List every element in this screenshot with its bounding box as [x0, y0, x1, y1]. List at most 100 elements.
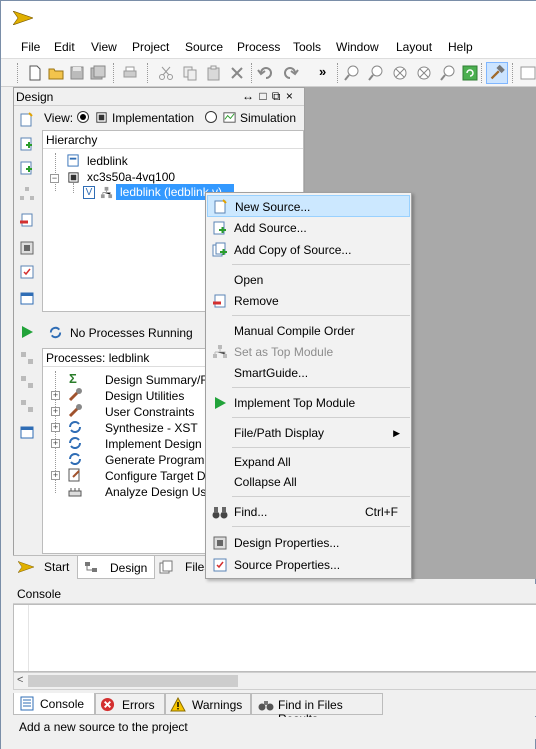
implementation-radio[interactable] — [77, 111, 89, 123]
menu-edit[interactable]: Edit — [54, 40, 75, 54]
hierarchy-icon[interactable] — [19, 186, 35, 202]
menu-project[interactable]: Project — [132, 40, 169, 54]
open-folder-icon[interactable] — [47, 64, 65, 82]
simulation-label[interactable]: Simulation — [240, 111, 296, 125]
tab-design[interactable]: Design — [77, 556, 155, 579]
tab-warnings[interactable]: Warnings — [165, 693, 251, 715]
menu-expand-all[interactable]: Expand All — [207, 451, 410, 473]
undo-icon[interactable] — [257, 64, 275, 82]
zoom-in-icon[interactable] — [343, 64, 361, 82]
menu-help[interactable]: Help — [448, 40, 473, 54]
run-process-icon[interactable] — [19, 324, 35, 340]
process-item[interactable]: Implement Design — [105, 437, 202, 451]
rerun-icon[interactable] — [19, 350, 35, 366]
toolbar: » — [1, 59, 536, 87]
binoculars-icon — [258, 701, 274, 711]
menu-tools[interactable]: Tools — [293, 40, 321, 54]
menu-find[interactable]: Find... Ctrl+F — [207, 501, 410, 523]
refresh-icon[interactable] — [461, 64, 479, 82]
menu-implement-top-module[interactable]: Implement Top Module — [207, 392, 410, 414]
menu-add-copy-of-source[interactable]: Add Copy of Source... — [207, 239, 410, 261]
menu-separator — [232, 264, 410, 265]
stop-icon[interactable] — [19, 398, 35, 414]
save-icon[interactable] — [68, 64, 86, 82]
source-properties-icon[interactable] — [19, 264, 35, 280]
menu-smartguide[interactable]: SmartGuide... — [207, 362, 410, 384]
new-source-icon[interactable] — [19, 112, 35, 128]
tab-warnings-label: Warnings — [192, 698, 243, 712]
menu-add-source[interactable]: Add Source... — [207, 217, 410, 239]
menu-view[interactable]: View — [91, 40, 117, 54]
process-properties-icon[interactable] — [19, 424, 35, 440]
menu-process[interactable]: Process — [237, 40, 280, 54]
toolbar-overflow-icon[interactable]: » — [319, 64, 326, 79]
process-item[interactable]: Configure Target De — [105, 469, 212, 483]
menu-implement-top-module-label: Implement Top Module — [234, 396, 356, 410]
menu-manual-compile-order[interactable]: Manual Compile Order — [207, 320, 410, 342]
tree-expander[interactable]: + — [51, 391, 60, 400]
process-item[interactable]: Design Summary/R — [105, 373, 209, 387]
simulation-radio[interactable] — [205, 111, 217, 123]
zoom-full-icon[interactable] — [391, 64, 409, 82]
tab-errors[interactable]: Errors — [95, 693, 165, 715]
new-file-icon[interactable] — [26, 64, 44, 82]
tree-item-project[interactable]: ledblink — [87, 154, 128, 168]
hammer-icon[interactable] — [486, 62, 508, 84]
design-properties-icon[interactable] — [19, 240, 35, 256]
tree-expander[interactable]: − — [50, 174, 59, 183]
process-item[interactable]: Generate Programm — [105, 453, 214, 467]
panel-window-controls[interactable]: ↔ □ ⧉ × — [242, 89, 294, 104]
delete-icon[interactable] — [228, 64, 246, 82]
menu-new-source[interactable]: New Source... — [207, 195, 410, 217]
menu-remove[interactable]: Remove — [207, 290, 410, 312]
scrollbar-thumb[interactable] — [28, 675, 238, 687]
play-icon — [215, 397, 226, 409]
view-panel-icon[interactable] — [19, 290, 35, 306]
menu-window[interactable]: Window — [336, 40, 379, 54]
tree-expander[interactable]: + — [51, 439, 60, 448]
tree-expander[interactable]: + — [51, 471, 60, 480]
process-item[interactable]: Design Utilities — [105, 389, 184, 403]
menu-source[interactable]: Source — [185, 40, 223, 54]
copy-icon[interactable] — [181, 64, 199, 82]
add-copy-icon[interactable] — [19, 160, 35, 176]
menu-source-properties[interactable]: Source Properties... — [207, 554, 410, 576]
process-item[interactable]: Analyze Design Usin — [105, 485, 216, 499]
scroll-left-icon[interactable]: < — [17, 674, 23, 686]
paste-icon[interactable] — [205, 64, 223, 82]
redo-icon[interactable] — [281, 64, 299, 82]
save-all-icon[interactable] — [89, 64, 107, 82]
zoom-select-icon[interactable] — [439, 64, 457, 82]
menu-open[interactable]: Open — [207, 269, 410, 291]
add-source-icon[interactable] — [19, 136, 35, 152]
implementation-label[interactable]: Implementation — [112, 111, 194, 125]
tree-expander[interactable]: + — [51, 407, 60, 416]
design-left-toolbar — [14, 106, 42, 576]
tab-console[interactable]: Console — [13, 693, 95, 715]
remove-icon[interactable] — [19, 212, 35, 228]
console-horizontal-scrollbar[interactable]: < — [13, 672, 536, 690]
tab-find-in-files[interactable]: Find in Files Results — [251, 693, 383, 726]
tree-item-device[interactable]: xc3s50a-4vq100 — [87, 170, 175, 184]
process-item[interactable]: Synthesize - XST — [105, 421, 198, 435]
tree-expander[interactable]: + — [51, 423, 60, 432]
zoom-out-icon[interactable] — [367, 64, 385, 82]
toolbar-separator — [512, 63, 513, 83]
menu-file-path-display[interactable]: File/Path Display ▶ — [207, 422, 410, 444]
console-output[interactable] — [13, 604, 536, 672]
tab-start[interactable]: Start — [13, 556, 77, 579]
status-bar: Add a new source to the project — [13, 717, 536, 739]
cut-icon[interactable] — [157, 64, 175, 82]
menu-design-properties[interactable]: Design Properties... — [207, 532, 410, 554]
zoom-fit-icon[interactable] — [415, 64, 433, 82]
menu-layout[interactable]: Layout — [396, 40, 432, 54]
process-item[interactable]: User Constraints — [105, 405, 194, 419]
layout-icon[interactable] — [519, 64, 536, 82]
menu-file[interactable]: File — [21, 40, 40, 54]
main-window: File Edit View Project Source Process To… — [0, 0, 536, 749]
toolbar-separator — [17, 63, 18, 83]
rerun-all-icon[interactable] — [19, 374, 35, 390]
design-tab-icon — [85, 562, 97, 572]
menu-collapse-all[interactable]: Collapse All — [207, 471, 410, 493]
print-icon[interactable] — [121, 64, 139, 82]
